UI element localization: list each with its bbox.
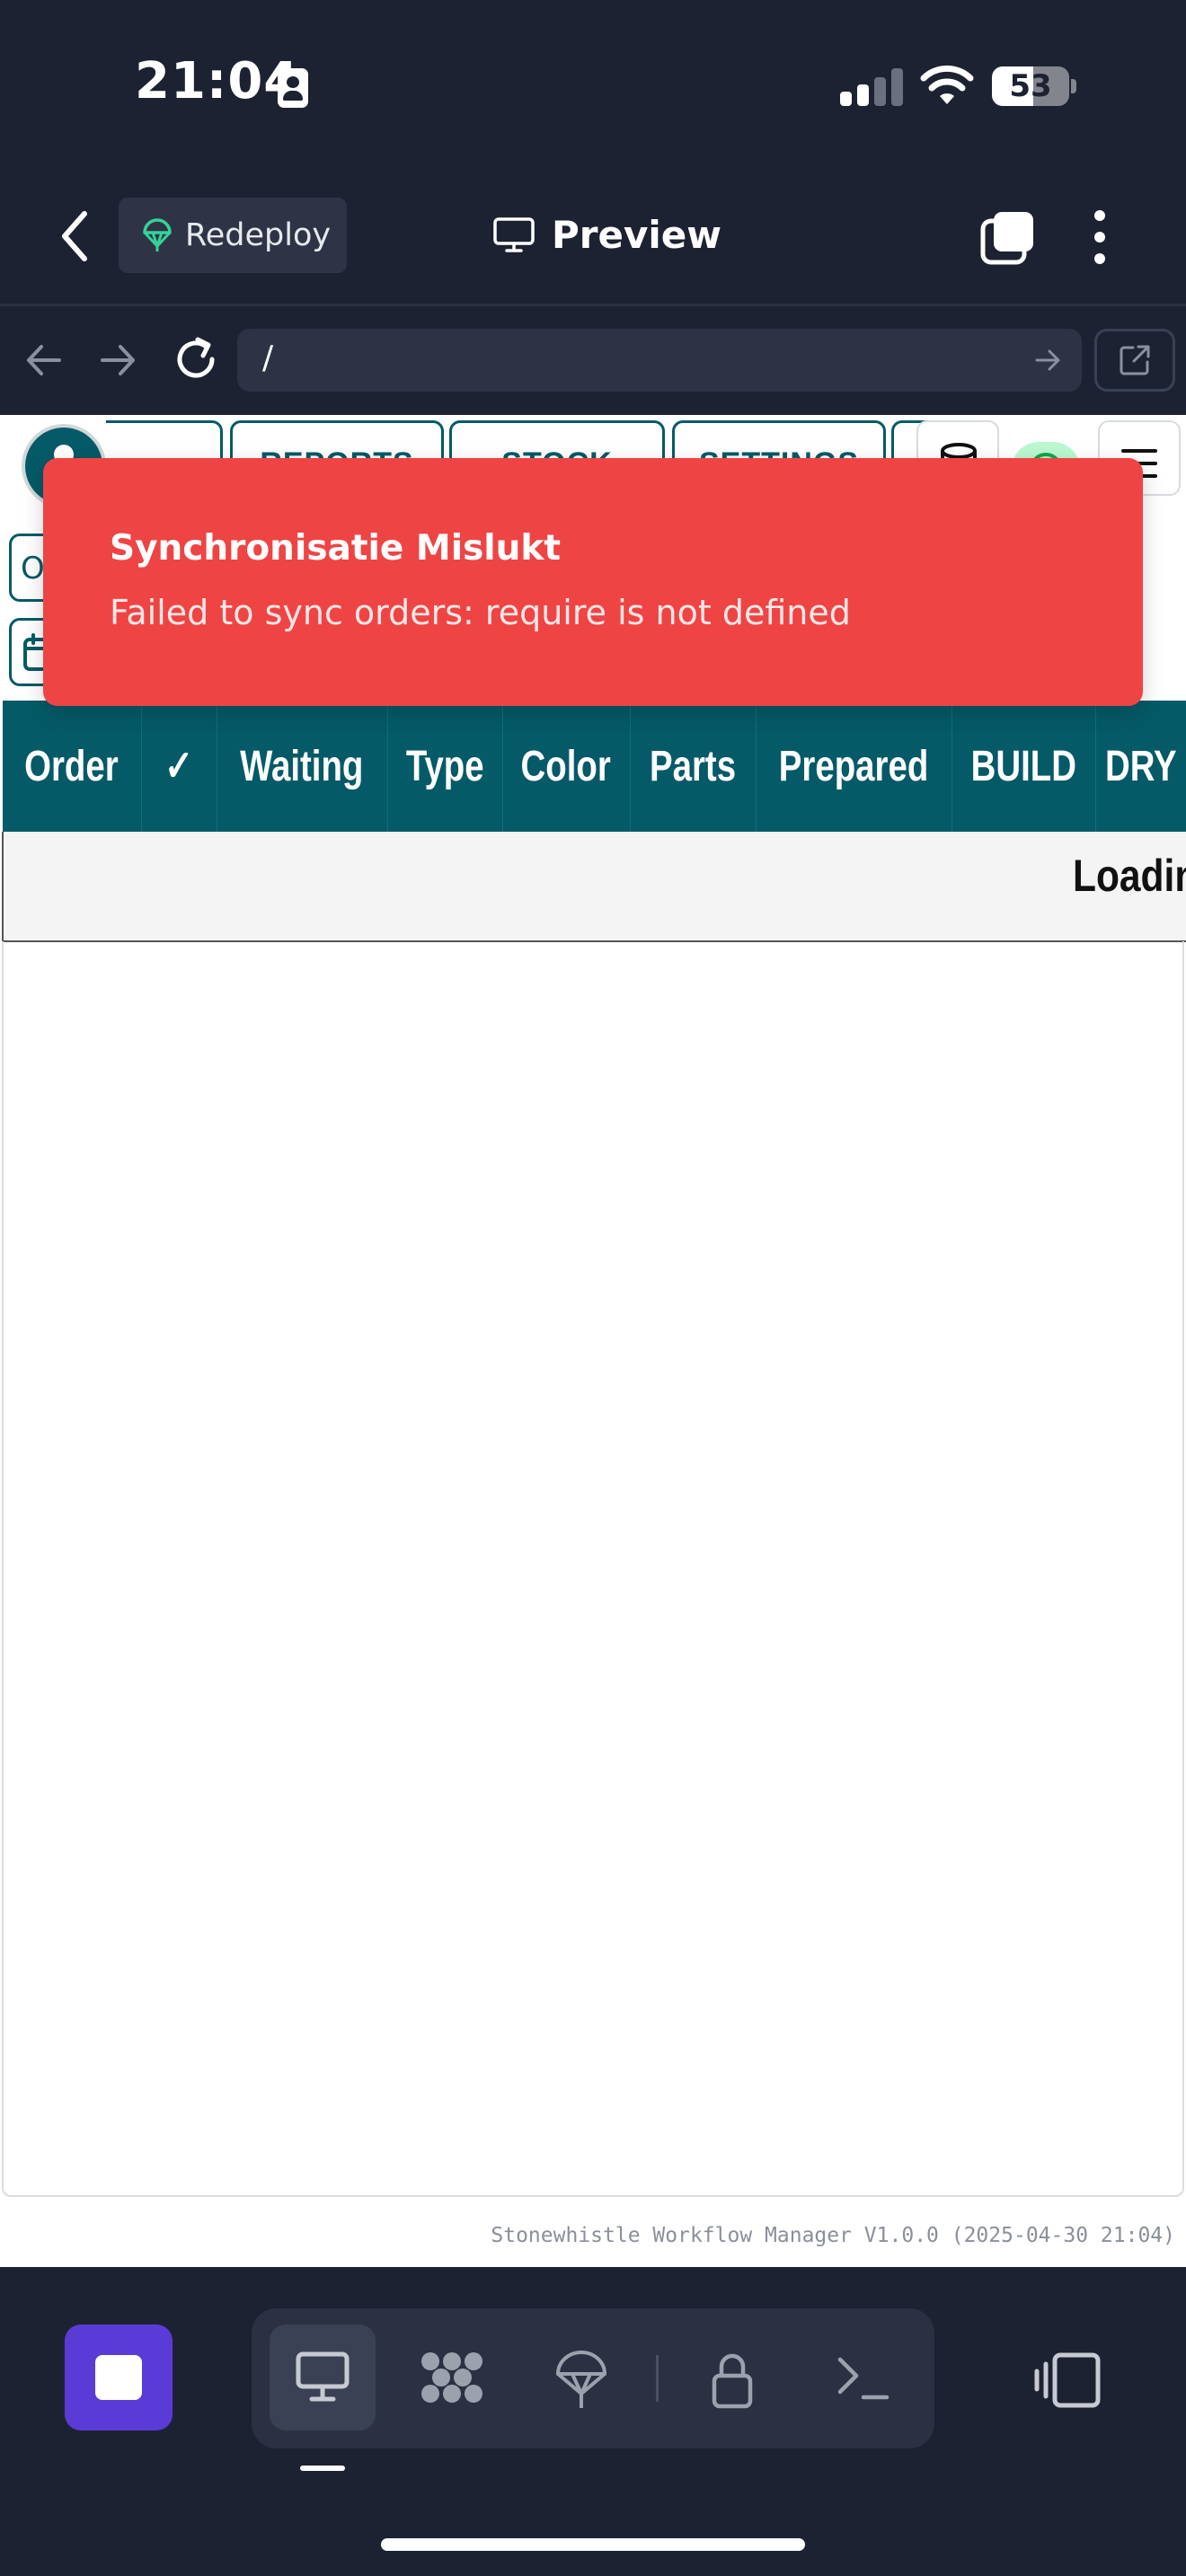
- cellular-signal-icon: [840, 68, 903, 106]
- battery-indicator: 53: [992, 66, 1069, 106]
- external-link-icon: [1120, 345, 1150, 375]
- column-header-label: DRY: [1104, 742, 1177, 790]
- orders-table: Order ✓ Waiting Type Color Parts Prepare…: [2, 701, 1186, 942]
- tool-divider: [656, 2355, 659, 2402]
- table-body-panel: [2, 941, 1184, 2197]
- column-header-type[interactable]: Type: [387, 701, 503, 832]
- open-external-button[interactable]: [1094, 329, 1175, 392]
- lock-tool-button[interactable]: [679, 2325, 785, 2430]
- home-indicator: [381, 2538, 805, 2551]
- toast-title: Synchronisatie Mislukt: [110, 528, 561, 569]
- toast-message: Failed to sync orders: require is not de…: [110, 593, 851, 632]
- chevron-left-icon[interactable]: [49, 205, 102, 268]
- terminal-tool-button[interactable]: [809, 2325, 915, 2430]
- url-text[interactable]: /: [262, 340, 273, 376]
- tool-group: [252, 2308, 934, 2448]
- column-header-check[interactable]: ✓: [141, 701, 217, 832]
- column-header-waiting[interactable]: Waiting: [217, 701, 388, 832]
- column-header-label: Color: [520, 742, 612, 790]
- column-header-color[interactable]: Color: [502, 701, 631, 832]
- table-header-row: Order ✓ Waiting Type Color Parts Prepare…: [3, 701, 1186, 832]
- checkmark-icon: ✓: [164, 743, 194, 790]
- column-header-label: Type: [405, 742, 484, 790]
- column-header-dry[interactable]: DRY: [1095, 701, 1186, 832]
- column-header-order[interactable]: Order: [3, 701, 142, 832]
- column-header-label: Order: [24, 742, 119, 790]
- reload-icon[interactable]: [171, 334, 221, 384]
- monitor-icon: [296, 2351, 350, 2402]
- device-toggle-icon[interactable]: [1033, 2351, 1102, 2409]
- column-header-parts[interactable]: Parts: [630, 701, 757, 832]
- deploy-tool-button[interactable]: [528, 2325, 634, 2430]
- battery-cap: [1071, 79, 1076, 93]
- battery-level: 53: [1009, 68, 1052, 104]
- column-header-build[interactable]: BUILD: [951, 701, 1096, 832]
- grid-tool-button[interactable]: [399, 2325, 505, 2430]
- redeploy-button[interactable]: Redeploy: [119, 198, 347, 273]
- active-tab-indicator: [300, 2466, 345, 2471]
- loading-row: [2, 832, 1186, 942]
- tabs-icon[interactable]: [979, 208, 1037, 266]
- terminal-icon: [837, 2357, 890, 2400]
- arrow-left-icon[interactable]: [20, 338, 68, 383]
- preview-tool-button[interactable]: [270, 2325, 376, 2430]
- header-divider: [0, 304, 1186, 306]
- lock-icon: [712, 2353, 753, 2409]
- go-arrow-icon[interactable]: [1033, 347, 1062, 374]
- footer-version: Stonewhistle Workflow Manager V1.0.0 (20…: [491, 2224, 1175, 2247]
- column-header-label: BUILD: [970, 742, 1076, 790]
- stop-button[interactable]: [65, 2325, 173, 2430]
- loading-text: Loading: [1073, 851, 1186, 901]
- page-title-text: Preview: [552, 212, 722, 257]
- url-bar[interactable]: /: [237, 329, 1082, 392]
- column-header-label: Parts: [649, 742, 737, 790]
- grid-icon: [421, 2352, 482, 2403]
- parachute-icon: [143, 218, 172, 251]
- error-toast[interactable]: Synchronisatie Mislukt Failed to sync or…: [43, 458, 1143, 706]
- column-header-prepared[interactable]: Prepared: [756, 701, 952, 832]
- contact-card-icon: [278, 68, 308, 108]
- column-header-label: Waiting: [240, 742, 364, 790]
- arrow-right-icon[interactable]: [93, 338, 142, 383]
- status-time: 21:04: [135, 52, 300, 110]
- monitor-icon: [493, 217, 535, 252]
- redeploy-label: Redeploy: [185, 217, 332, 253]
- parachute-icon: [556, 2351, 606, 2408]
- wifi-icon: [920, 65, 974, 104]
- page-title: Preview: [492, 203, 721, 266]
- more-vertical-icon[interactable]: [1084, 208, 1116, 266]
- column-header-label: Prepared: [778, 742, 929, 790]
